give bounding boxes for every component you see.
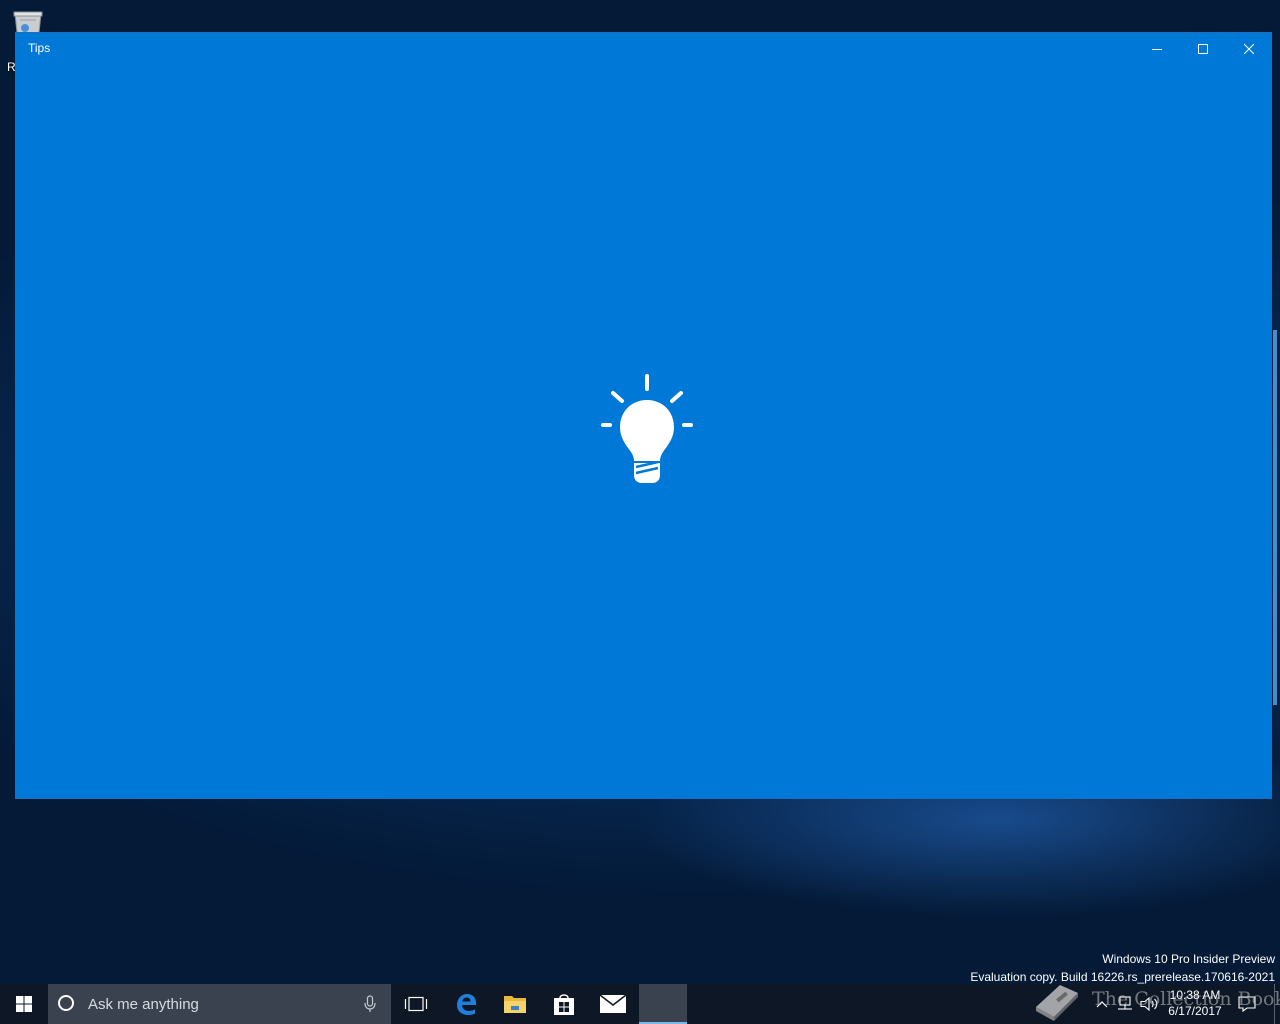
minimize-button[interactable] bbox=[1134, 33, 1180, 64]
window-edge-glow bbox=[1273, 330, 1277, 705]
maximize-icon bbox=[1198, 43, 1208, 54]
clock[interactable]: 10:38 AM 6/17/2017 bbox=[1164, 987, 1226, 1019]
clock-time: 10:38 AM bbox=[1169, 988, 1221, 1002]
build-watermark: Windows 10 Pro Insider Preview Evaluatio… bbox=[970, 950, 1275, 986]
mail-icon bbox=[600, 995, 626, 1013]
mail-button[interactable] bbox=[589, 984, 637, 1024]
edge-button[interactable] bbox=[442, 984, 490, 1024]
notification-icon bbox=[1238, 996, 1256, 1012]
folder-icon bbox=[504, 996, 526, 1013]
store-icon bbox=[554, 994, 574, 1015]
microphone-icon[interactable] bbox=[364, 995, 376, 1013]
network-icon bbox=[1118, 996, 1132, 1010]
windows-logo-icon bbox=[16, 996, 32, 1012]
title-bar[interactable]: Tips bbox=[16, 33, 1271, 64]
close-button[interactable] bbox=[1226, 33, 1272, 64]
cortana-search-box[interactable]: Ask me anything bbox=[48, 984, 391, 1024]
task-view-button[interactable] bbox=[392, 984, 440, 1024]
chevron-up-icon bbox=[1096, 1001, 1108, 1008]
maximize-button[interactable] bbox=[1180, 33, 1226, 64]
window-title: Tips bbox=[28, 41, 51, 55]
cortana-icon bbox=[58, 995, 74, 1011]
tips-taskbar-button[interactable] bbox=[639, 984, 687, 1024]
show-desktop-button[interactable] bbox=[1274, 984, 1275, 1024]
edition-text: Windows 10 Pro Insider Preview bbox=[1102, 952, 1275, 966]
taskbar: Ask me anything 10:38 AM 6/17/2017 bbox=[0, 984, 1280, 1024]
desktop: R Tips Windows 10 Pro Insider Preview Ev… bbox=[0, 0, 1280, 1024]
file-explorer-button[interactable] bbox=[491, 984, 539, 1024]
lightbulb-icon bbox=[601, 374, 693, 483]
action-center-button[interactable] bbox=[1230, 984, 1264, 1024]
task-view-icon bbox=[404, 996, 428, 1012]
network-button[interactable] bbox=[1114, 984, 1136, 1024]
store-button[interactable] bbox=[540, 984, 588, 1024]
minimize-icon bbox=[1152, 48, 1162, 50]
clock-date: 6/17/2017 bbox=[1168, 1004, 1222, 1018]
search-placeholder: Ask me anything bbox=[88, 996, 199, 1013]
edge-icon bbox=[457, 994, 476, 1015]
speaker-icon bbox=[1140, 996, 1158, 1012]
tips-window: Tips bbox=[15, 32, 1272, 799]
start-button[interactable] bbox=[0, 984, 48, 1024]
volume-button[interactable] bbox=[1138, 984, 1162, 1024]
show-hidden-icons-button[interactable] bbox=[1092, 984, 1112, 1024]
close-icon bbox=[1244, 43, 1254, 54]
